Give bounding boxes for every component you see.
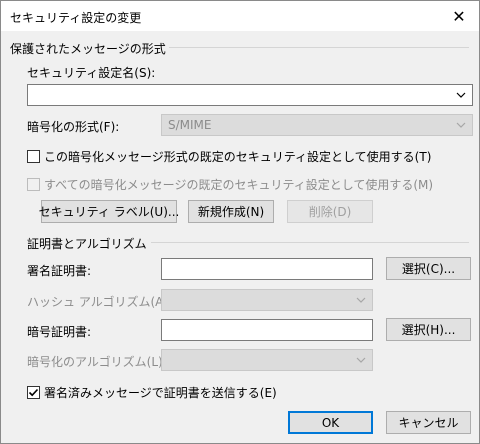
default-for-all-label: すべての暗号化メッセージの既定のセキュリティ設定として使用する(M) [44,178,434,192]
new-button[interactable]: 新規作成(N) [188,200,274,223]
encryption-choose-button[interactable]: 選択(H)... [386,318,471,341]
title-bar: セキュリティ設定の変更 ✕ [1,1,479,31]
send-certs-checkbox[interactable] [27,386,40,399]
signing-cert-field[interactable] [161,258,373,280]
ok-button[interactable]: OK [288,411,373,434]
group-protected-title: 保護されたメッセージの形式 [10,42,166,56]
default-for-format-checkbox[interactable] [27,150,40,163]
encryption-cert-label: 暗号証明書: [27,325,92,339]
send-certs-checkbox-row[interactable]: 署名済みメッセージで証明書を送信する(E) [27,384,277,401]
group-certs-title: 証明書とアルゴリズム [27,237,147,251]
encryption-format-select[interactable]: S/MIME [161,114,473,136]
chevron-down-icon [456,92,466,98]
cancel-button[interactable]: キャンセル [386,411,471,434]
chevron-down-icon [456,122,466,128]
window-title: セキュリティ設定の変更 [10,11,142,25]
encryption-algo-label: 暗号化のアルゴリズム(L): [27,355,167,369]
send-certs-label: 署名済みメッセージで証明書を送信する(E) [44,386,277,400]
security-settings-dialog: セキュリティ設定の変更 ✕ 保護されたメッセージの形式 セキュリティ設定名(S)… [0,0,480,444]
close-icon[interactable]: ✕ [439,1,479,31]
group-protected-divider [169,47,469,48]
checkmark-icon [28,388,39,397]
encryption-cert-field[interactable] [161,319,373,341]
setting-name-label: セキュリティ設定名(S): [27,66,156,80]
default-for-all-checkbox-row[interactable]: すべての暗号化メッセージの既定のセキュリティ設定として使用する(M) [27,176,433,193]
encryption-format-value: S/MIME [168,118,212,132]
security-label-button[interactable]: セキュリティ ラベル(U)... [39,200,179,223]
default-for-all-checkbox[interactable] [27,178,40,191]
delete-button[interactable]: 削除(D) [287,200,373,223]
encryption-algo-select[interactable] [161,349,373,371]
group-certs-divider [151,242,469,243]
hash-algo-select[interactable] [161,289,373,311]
signing-choose-button[interactable]: 選択(C)... [386,257,471,280]
chevron-down-icon [356,297,366,303]
signing-cert-label: 署名証明書: [27,264,92,278]
default-for-format-label: この暗号化メッセージ形式の既定のセキュリティ設定として使用する(T) [44,150,432,164]
hash-algo-label: ハッシュ アルゴリズム(A): [27,295,173,309]
setting-name-combobox[interactable] [27,84,473,106]
default-for-format-checkbox-row[interactable]: この暗号化メッセージ形式の既定のセキュリティ設定として使用する(T) [27,148,431,165]
encryption-format-label: 暗号化の形式(F): [27,120,120,134]
chevron-down-icon [356,357,366,363]
